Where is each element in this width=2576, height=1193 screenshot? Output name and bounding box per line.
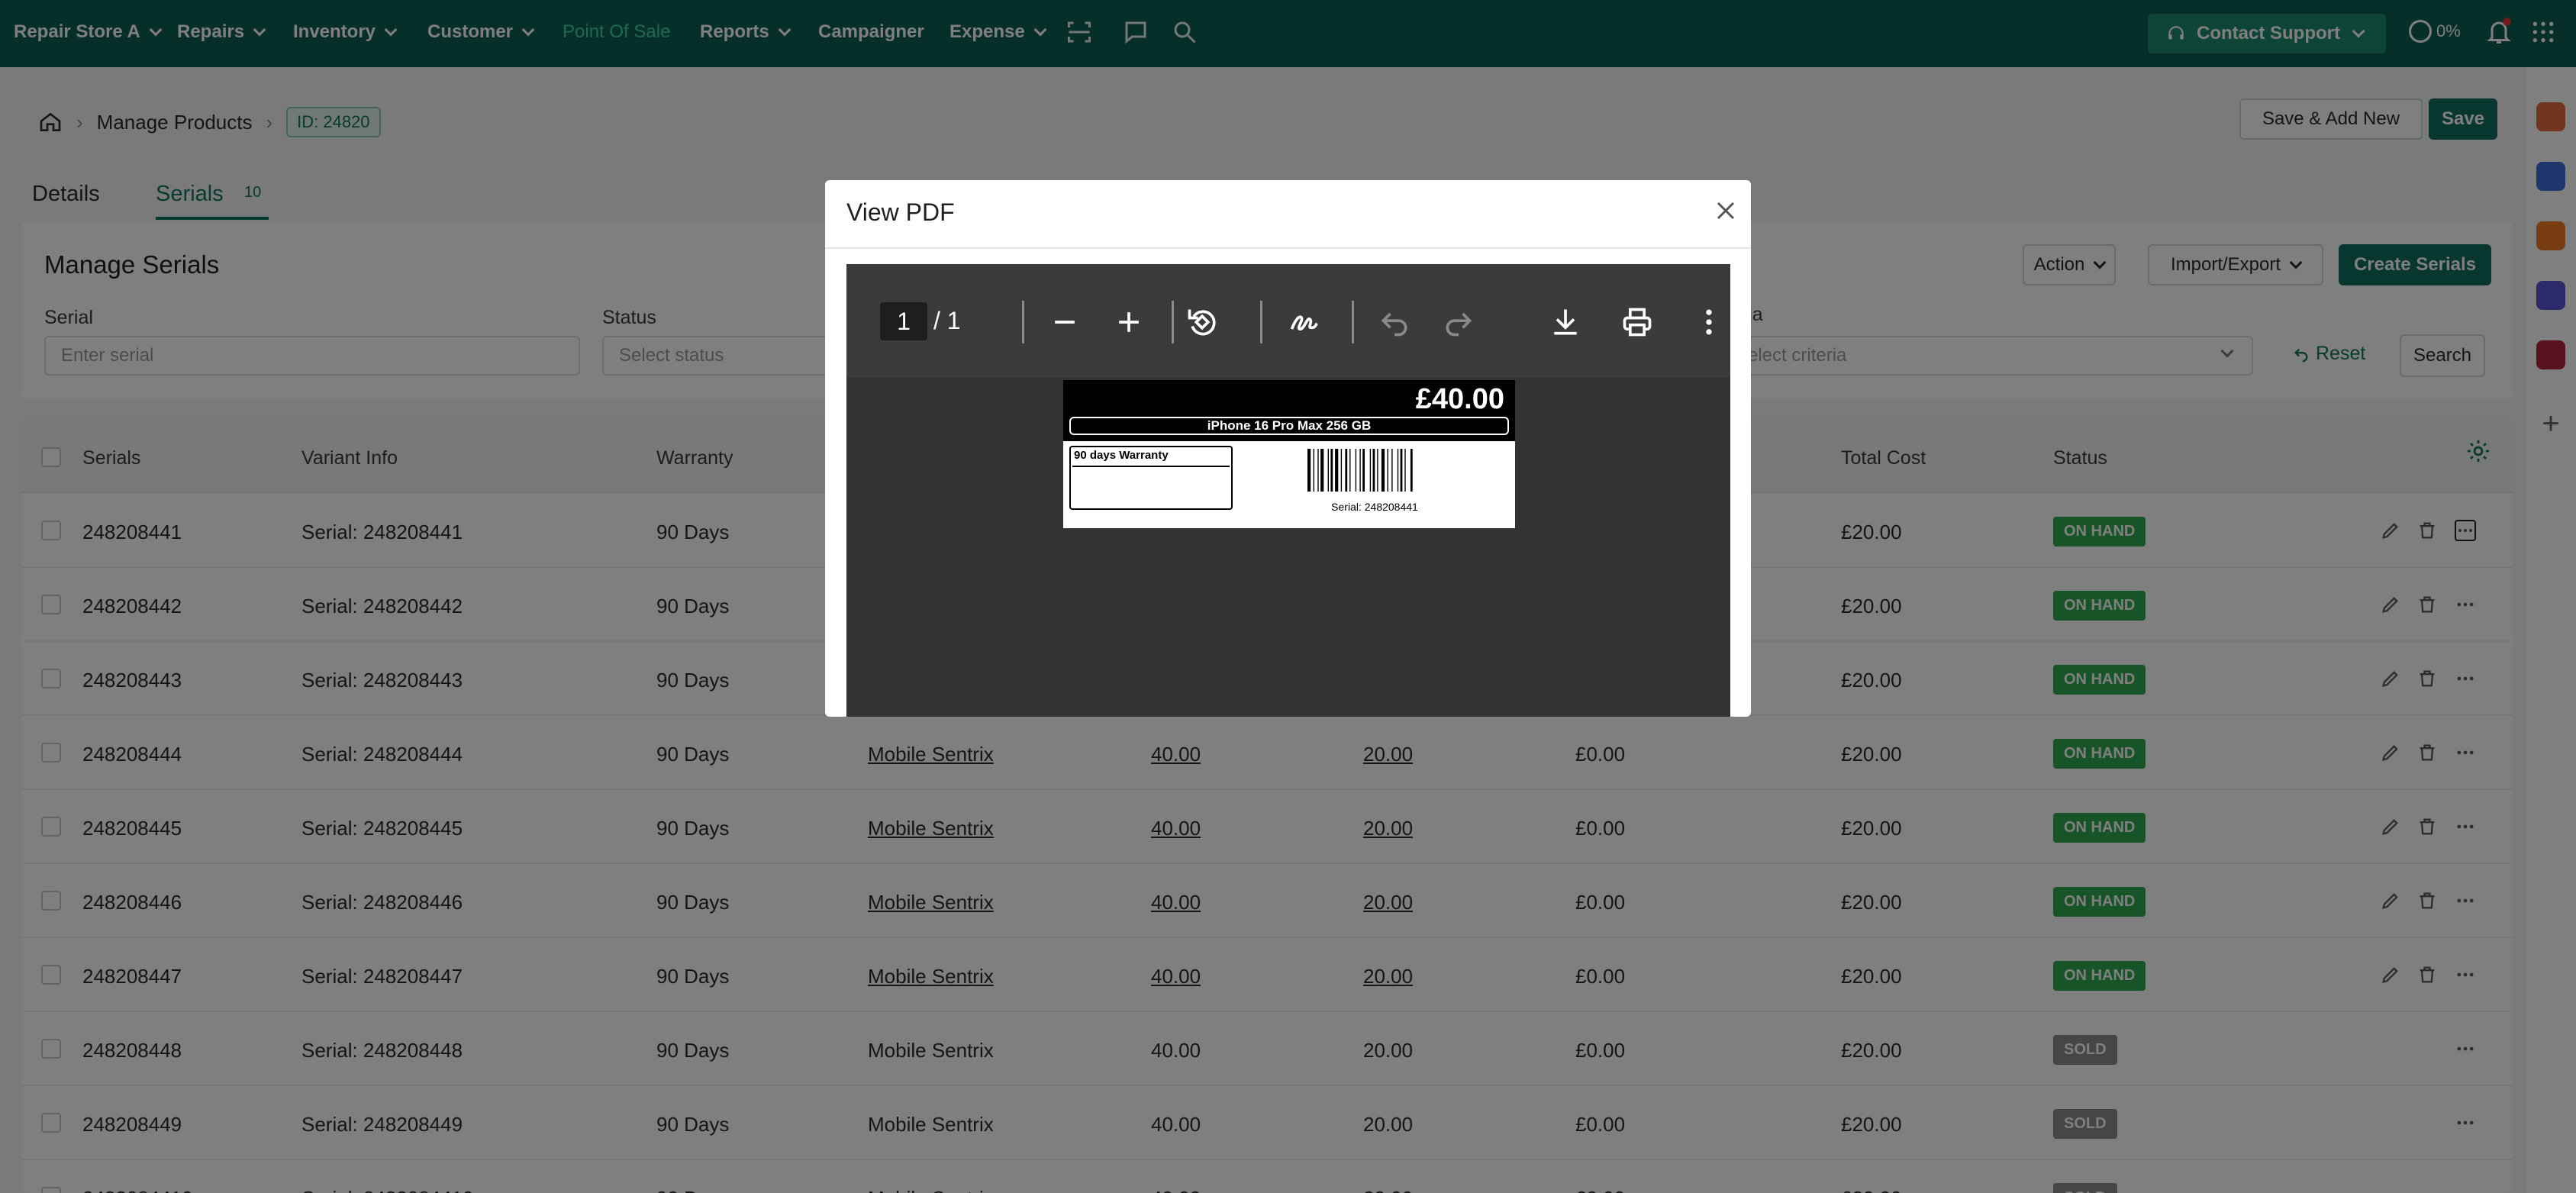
barcode-bar [1330,449,1333,492]
zoom-out-icon[interactable] [1048,305,1082,339]
pdf-viewer[interactable]: 1 / 1 £40.00 iPhone 16 Pro Max 256 GB 90… [846,264,1730,717]
barcode-bar [1345,449,1348,492]
barcode-bar [1381,449,1385,492]
barcode-bar [1400,449,1403,492]
redo-icon[interactable] [1442,305,1475,339]
modal-title: View PDF [846,198,955,226]
label-warranty-line [1072,466,1230,467]
barcode-bar [1410,449,1413,492]
view-pdf-modal: View PDF 1 / 1 £40.00 iPhone 16 Pro Max … [825,180,1751,717]
pdf-toolbar: 1 / 1 [846,264,1730,377]
toolbar-divider [1022,301,1024,343]
barcode-bar [1391,449,1393,492]
draw-signature-icon[interactable] [1288,305,1321,339]
barcode-bar [1340,449,1343,492]
barcode-bar [1320,449,1324,492]
rotate-icon[interactable] [1185,305,1219,339]
label-header: £40.00 iPhone 16 Pro Max 256 GB [1063,380,1515,441]
barcode-bar [1317,449,1319,492]
toolbar-divider [1352,301,1354,343]
toolbar-divider [1172,301,1174,343]
barcode-bar [1404,449,1406,492]
label-product-name: iPhone 16 Pro Max 256 GB [1069,417,1509,435]
barcode-image [1307,449,1413,492]
barcode-bar [1327,449,1329,492]
more-options-icon[interactable] [1692,305,1726,339]
barcode-bar [1377,449,1378,492]
barcode-bar [1362,449,1365,492]
barcode-bar [1369,449,1372,492]
undo-icon[interactable] [1378,305,1411,339]
label-warranty-box: 90 days Warranty [1069,446,1233,510]
label-serial: Serial: 248208441 [1331,501,1418,513]
page-total: / 1 [933,307,961,334]
barcode-bar [1372,449,1375,492]
download-icon[interactable] [1549,305,1582,339]
barcode-bar [1307,449,1311,492]
print-icon[interactable] [1620,305,1654,339]
label-warranty-text: 90 days Warranty [1074,449,1169,462]
page-number-input[interactable]: 1 [880,302,927,340]
pdf-page: £40.00 iPhone 16 Pro Max 256 GB 90 days … [1063,380,1515,528]
modal-divider [825,247,1751,249]
toolbar-divider [1260,301,1262,343]
barcode-bar [1349,449,1351,492]
barcode-bar [1335,449,1339,492]
close-icon[interactable] [1710,195,1741,226]
zoom-in-icon[interactable] [1112,305,1146,339]
barcode-bar [1359,449,1361,492]
label-price: £40.00 [1415,383,1504,415]
